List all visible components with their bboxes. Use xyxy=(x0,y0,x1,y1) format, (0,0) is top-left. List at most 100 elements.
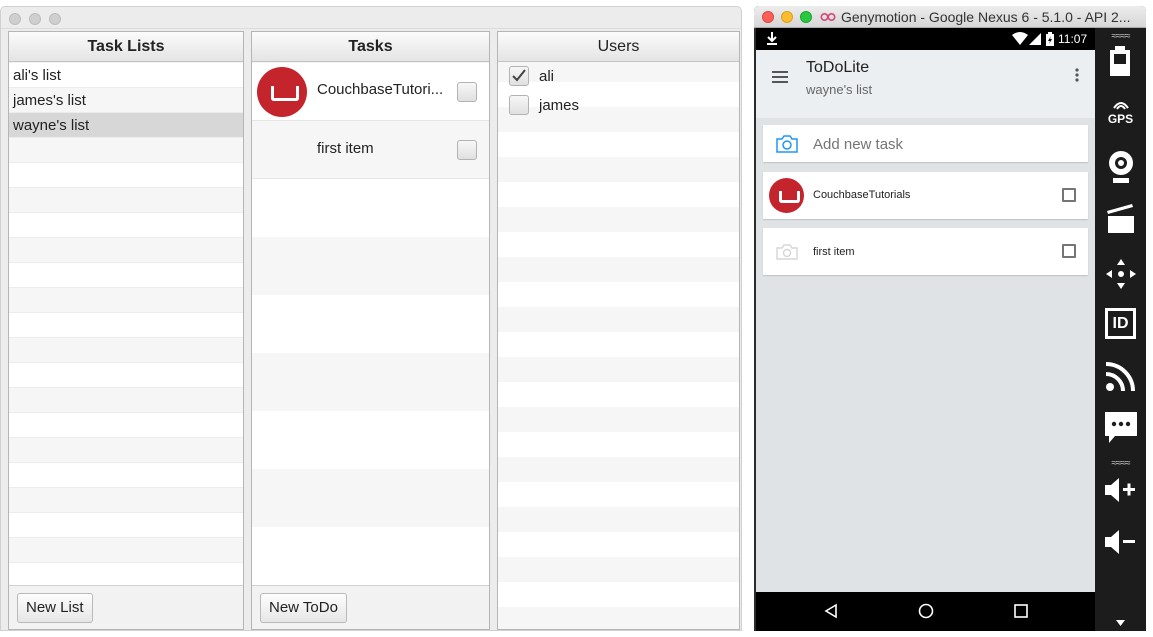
task-title: first item xyxy=(813,246,855,258)
empty-row xyxy=(9,413,243,438)
emulator-sidebar: ≈≈≈≈ GPS ID ≈≈≈≈ xyxy=(1095,28,1146,631)
user-name: ali xyxy=(539,68,555,85)
user-checkbox-checked[interactable] xyxy=(509,66,529,86)
minimize-window-button[interactable] xyxy=(29,13,41,25)
window-titlebar xyxy=(1,7,741,29)
empty-row xyxy=(9,338,243,363)
new-list-button[interactable]: New List xyxy=(17,593,93,623)
user-name: james xyxy=(539,97,580,114)
users-header: Users xyxy=(498,32,739,62)
new-todo-button[interactable]: New ToDo xyxy=(260,593,347,623)
app-subtitle: wayne's list xyxy=(806,82,873,97)
add-new-task-input[interactable]: Add new task xyxy=(813,136,903,153)
add-task-card[interactable]: Add new task xyxy=(763,125,1088,162)
empty-row xyxy=(9,263,243,288)
battery-icon[interactable] xyxy=(1109,46,1131,76)
overflow-menu-icon[interactable] xyxy=(1075,68,1079,82)
tasks-list[interactable]: CouchbaseTutori... first item xyxy=(252,63,489,585)
android-screen: 11:07 ToDoLite wayne's list Add new task… xyxy=(756,28,1095,631)
camera-icon[interactable] xyxy=(776,135,798,153)
move-dpad-icon[interactable] xyxy=(1105,258,1137,290)
empty-row xyxy=(9,238,243,263)
app-toolbar: ToDoLite wayne's list xyxy=(756,50,1095,118)
task-checkbox[interactable] xyxy=(457,140,477,160)
gps-label[interactable]: GPS xyxy=(1095,112,1146,126)
task-row[interactable]: CouchbaseTutori... xyxy=(252,63,489,121)
couchbase-logo-image xyxy=(769,178,804,213)
checkmark-icon xyxy=(512,69,526,82)
gps-signal-icon[interactable] xyxy=(1110,98,1132,110)
empty-row xyxy=(9,163,243,188)
task-row[interactable]: first item xyxy=(252,121,489,179)
webcam-icon[interactable] xyxy=(1107,150,1135,184)
task-card[interactable]: CouchbaseTutorials xyxy=(763,172,1088,219)
empty-row xyxy=(9,213,243,238)
desktop-app-window: Task Lists ali's list james's list wayne… xyxy=(0,6,742,631)
volume-up-icon[interactable] xyxy=(1105,476,1137,504)
empty-row xyxy=(9,538,243,563)
rss-network-icon[interactable] xyxy=(1106,361,1136,391)
status-time: 11:07 xyxy=(1058,32,1088,46)
task-card[interactable]: first item xyxy=(763,228,1088,275)
task-lists-footer: New List xyxy=(9,585,243,629)
task-list-item-selected[interactable]: wayne's list xyxy=(9,113,243,138)
empty-row xyxy=(9,188,243,213)
zoom-window-button[interactable] xyxy=(800,11,812,23)
emulator-titlebar: Genymotion - Google Nexus 6 - 5.1.0 - AP… xyxy=(754,6,1146,28)
screencast-clapper-icon[interactable] xyxy=(1107,204,1135,234)
battery-charging-icon xyxy=(1046,32,1054,46)
empty-row xyxy=(9,463,243,488)
close-window-button[interactable] xyxy=(762,11,774,23)
task-lists-list[interactable]: ali's list james's list wayne's list xyxy=(9,63,243,588)
tasks-header: Tasks xyxy=(252,32,489,62)
minimize-window-button[interactable] xyxy=(781,11,793,23)
android-nav-bar xyxy=(756,592,1095,631)
close-window-button[interactable] xyxy=(9,13,21,25)
recents-icon[interactable] xyxy=(1014,604,1028,618)
device-id-button[interactable]: ID xyxy=(1105,308,1136,339)
genymotion-logo-icon xyxy=(820,12,836,22)
grip-middle-icon: ≈≈≈≈ xyxy=(1111,458,1131,469)
empty-row xyxy=(9,288,243,313)
emulator-window: Genymotion - Google Nexus 6 - 5.1.0 - AP… xyxy=(754,6,1146,631)
task-lists-header: Task Lists xyxy=(9,32,243,62)
emulator-window-title: Genymotion - Google Nexus 6 - 5.1.0 - AP… xyxy=(841,9,1131,25)
task-title: CouchbaseTutori... xyxy=(317,81,444,98)
hamburger-menu-icon[interactable] xyxy=(772,71,788,83)
empty-row xyxy=(9,388,243,413)
task-title: CouchbaseTutorials xyxy=(813,189,911,201)
android-status-bar: 11:07 xyxy=(756,28,1095,50)
grip-top-icon: ≈≈≈≈ xyxy=(1111,31,1131,42)
task-checkbox[interactable] xyxy=(1062,244,1076,258)
chevron-down-icon[interactable] xyxy=(1116,620,1125,626)
zoom-window-button[interactable] xyxy=(49,13,61,25)
task-content: Add new task CouchbaseTutorials first it… xyxy=(756,118,1095,592)
empty-row xyxy=(9,438,243,463)
user-row[interactable]: james xyxy=(498,93,739,118)
camera-placeholder-icon xyxy=(776,244,798,260)
empty-row xyxy=(9,513,243,538)
user-row[interactable]: ali xyxy=(498,64,739,89)
wifi-icon xyxy=(1012,32,1028,45)
volume-down-icon[interactable] xyxy=(1105,528,1137,556)
task-list-item[interactable]: ali's list xyxy=(9,63,243,88)
tasks-pane: Tasks CouchbaseTutori... first item New … xyxy=(251,31,490,630)
empty-row xyxy=(9,313,243,338)
download-icon xyxy=(767,32,777,45)
users-pane: Users ali james xyxy=(497,31,740,630)
empty-row xyxy=(9,488,243,513)
home-icon[interactable] xyxy=(918,603,934,619)
back-icon[interactable] xyxy=(823,603,839,619)
tasks-footer: New ToDo xyxy=(252,585,489,629)
empty-row xyxy=(9,363,243,388)
user-checkbox[interactable] xyxy=(509,95,529,115)
sms-message-icon[interactable] xyxy=(1105,412,1137,444)
cell-signal-icon xyxy=(1029,33,1041,45)
task-title: first item xyxy=(317,140,374,157)
task-checkbox[interactable] xyxy=(457,82,477,102)
task-list-item[interactable]: james's list xyxy=(9,88,243,113)
empty-row xyxy=(9,138,243,163)
app-title: ToDoLite xyxy=(806,59,870,76)
couchbase-logo-image xyxy=(257,67,307,117)
task-checkbox[interactable] xyxy=(1062,188,1076,202)
